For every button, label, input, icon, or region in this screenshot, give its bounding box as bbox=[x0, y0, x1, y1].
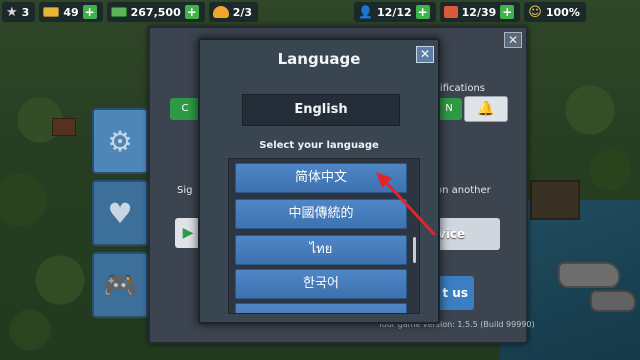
cash-value: 267,500 bbox=[130, 5, 181, 19]
resource-bar: ★ 3 49 + 267,500 + 2/3 👤 12/12 + 12/39 +… bbox=[0, 0, 640, 24]
language-option-korean[interactable]: 한국어 bbox=[235, 269, 407, 299]
tab-game-services[interactable]: 🎮 bbox=[92, 252, 148, 318]
smile-icon: ☺ bbox=[528, 4, 542, 20]
add-cash-button[interactable]: + bbox=[184, 5, 199, 19]
tab-social[interactable]: ♥ bbox=[92, 180, 148, 246]
settings-tabs: ⚙ ♥ 🎮 bbox=[92, 108, 148, 332]
level-counter: ★ 3 bbox=[2, 2, 36, 22]
bell-icon: 🔔 bbox=[477, 101, 495, 117]
google-play-icon: ▶ bbox=[182, 225, 194, 241]
current-language-display: English bbox=[242, 94, 400, 126]
close-button[interactable]: ✕ bbox=[416, 46, 434, 63]
cash-counter[interactable]: 267,500 + bbox=[106, 2, 205, 22]
notifications-bell-button[interactable]: 🔔 bbox=[464, 96, 508, 122]
annotation-arrow-icon bbox=[376, 172, 436, 236]
person-icon: 👤 bbox=[358, 5, 374, 19]
sign-in-device-label: on another bbox=[436, 185, 491, 196]
another-device-button[interactable]: vice bbox=[432, 218, 500, 250]
tab-settings[interactable]: ⚙ bbox=[92, 108, 148, 174]
settings-close-button[interactable]: ✕ bbox=[504, 32, 522, 48]
population-value: 12/12 bbox=[377, 5, 412, 19]
select-language-label: Select your language bbox=[259, 140, 379, 151]
gold-bar-icon bbox=[43, 7, 60, 17]
gold-counter[interactable]: 49 + bbox=[39, 2, 103, 22]
gamepad-icon: 🎮 bbox=[102, 268, 138, 302]
sign-in-label: Sig bbox=[177, 185, 193, 196]
factory-value: 12/39 bbox=[461, 5, 497, 19]
happiness-value: 100% bbox=[545, 5, 580, 19]
population-counter: 👤 12/12 + bbox=[354, 2, 436, 22]
happiness-counter: ☺ 100% bbox=[524, 2, 586, 22]
add-factory-button[interactable]: + bbox=[500, 5, 515, 19]
star-icon: ★ bbox=[6, 4, 18, 20]
cash-icon bbox=[110, 7, 127, 17]
boat-counter: 2/3 bbox=[208, 2, 259, 22]
add-gold-button[interactable]: + bbox=[82, 5, 97, 19]
language-option-partial[interactable] bbox=[235, 303, 407, 313]
factory-icon bbox=[443, 6, 458, 18]
list-scrollbar[interactable] bbox=[413, 237, 416, 263]
factory-counter: 12/39 + bbox=[439, 2, 521, 22]
left-toggle[interactable]: C bbox=[170, 98, 200, 120]
level-value: 3 bbox=[21, 5, 30, 19]
boat-icon bbox=[212, 6, 229, 18]
heart-chat-icon: ♥ bbox=[107, 196, 133, 230]
dialog-title: Language bbox=[277, 50, 361, 68]
gear-icon: ⚙ bbox=[107, 124, 133, 158]
boat-value: 2/3 bbox=[232, 5, 253, 19]
add-population-button[interactable]: + bbox=[415, 5, 430, 19]
notifications-label: tifications bbox=[436, 83, 485, 94]
gold-value: 49 bbox=[63, 5, 79, 19]
